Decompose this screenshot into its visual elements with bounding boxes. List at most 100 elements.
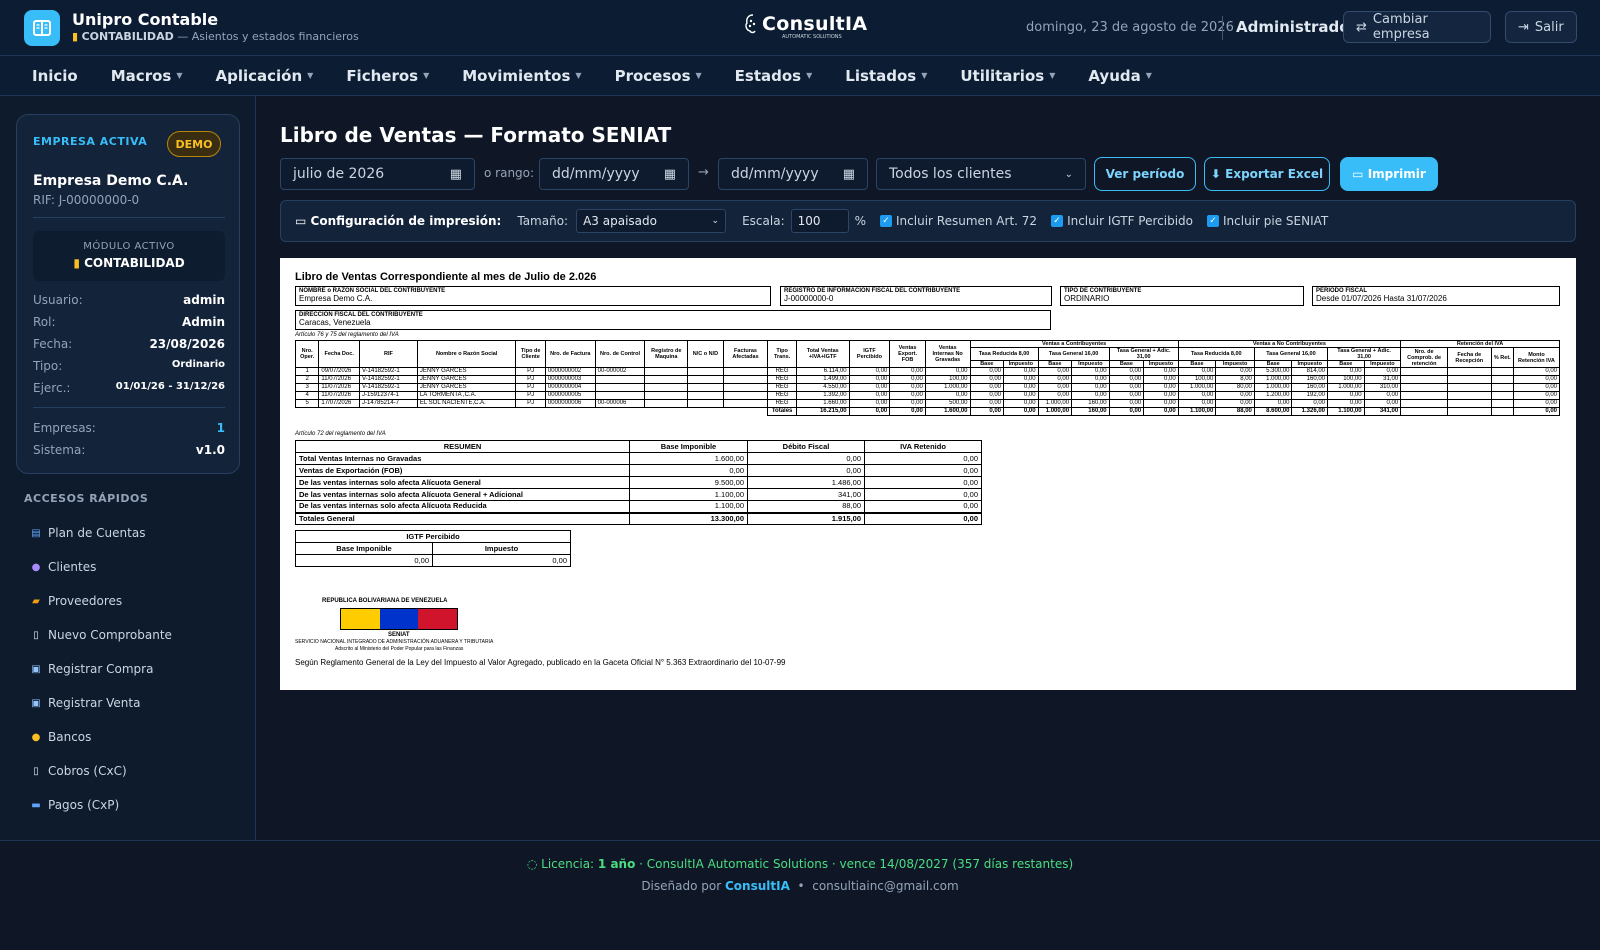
size-select[interactable]: A3 apaisado ⌄ xyxy=(576,209,727,233)
table-cell: 0,00 xyxy=(848,383,891,392)
column-header: Registro de Maquina xyxy=(644,340,689,368)
table-cell: 0,00 xyxy=(1108,391,1145,400)
table-cell xyxy=(1400,367,1448,376)
article-note-72: Artículo 72 del reglamento del IVA xyxy=(295,431,386,437)
table-cell: 1.499,00 xyxy=(795,375,850,384)
table-cell: 814,00 xyxy=(1291,367,1329,376)
view-period-button[interactable]: Ver período xyxy=(1094,157,1196,191)
calendar-icon[interactable]: ▦ xyxy=(450,167,462,182)
quick-proveedores[interactable]: ▰ Proveedores xyxy=(30,594,122,608)
retention-header: Nro. de Comprob. de retención xyxy=(1400,347,1448,368)
user-name[interactable]: Administrador xyxy=(1236,18,1357,36)
resumen-checkbox[interactable]: ✓ Incluir Resumen Art. 72 xyxy=(880,214,1037,228)
tax-header: Impuesto xyxy=(1363,360,1402,368)
table-cell xyxy=(722,375,769,384)
sales-book-document: Libro de Ventas Correspondiente al mes d… xyxy=(280,258,1576,690)
quick-nuevo-comprobante[interactable]: ▯ Nuevo Comprobante xyxy=(30,628,172,642)
menu-ayuda[interactable]: Ayuda ▼ xyxy=(1076,67,1164,85)
menu-procesos[interactable]: Procesos ▼ xyxy=(603,67,714,85)
summary-value: 1.600,00 xyxy=(629,452,748,465)
column-header: Nombre o Razón Social xyxy=(416,340,517,368)
table-cell: 0,00 xyxy=(848,375,891,384)
print-button[interactable]: ▭ Imprimir xyxy=(1340,157,1438,191)
month-picker[interactable]: julio de 2026 ▦ xyxy=(280,158,475,190)
menu-ficheros[interactable]: Ficheros ▼ xyxy=(334,67,441,85)
table-cell: 00-000006 xyxy=(594,399,646,408)
table-cell: 31,00 xyxy=(1363,375,1402,384)
group-header: Retención del IVA xyxy=(1400,340,1560,348)
scale-label: Escala: xyxy=(742,214,785,228)
date-to-placeholder: dd/mm/yyyy xyxy=(731,166,819,182)
table-cell: 0,00 xyxy=(1108,383,1145,392)
folder-icon: ▮ xyxy=(72,30,79,43)
totals-cell: 0,00 xyxy=(1108,407,1145,416)
summary-header: Base Imponible xyxy=(629,440,748,453)
table-cell xyxy=(1446,399,1492,408)
menu-macros[interactable]: Macros ▼ xyxy=(99,67,195,85)
rate-header: Tasa General 16,00 xyxy=(1253,347,1329,361)
table-cell: 0,00 xyxy=(1512,399,1561,408)
menu-utilitarios[interactable]: Utilitarios ▼ xyxy=(948,67,1067,85)
table-cell: 0000000002 xyxy=(544,367,596,376)
summary-value: 13.300,00 xyxy=(629,511,748,525)
quick-clientes[interactable]: ● Clientes xyxy=(30,560,97,574)
igtf-label: Incluir IGTF Percibido xyxy=(1067,214,1193,228)
chevron-down-icon: ▼ xyxy=(307,71,314,80)
quick-pagos[interactable]: ▬ Pagos (CxP) xyxy=(30,798,119,812)
table-cell: 0,00 xyxy=(1177,391,1217,400)
menu-estados[interactable]: Estados ▼ xyxy=(723,67,825,85)
menu-movimientos[interactable]: Movimientos ▼ xyxy=(450,67,593,85)
check-icon: ✓ xyxy=(880,215,893,227)
change-company-button[interactable]: ⇄ Cambiar empresa xyxy=(1343,11,1491,43)
date-from-input[interactable]: dd/mm/yyyy ▦ xyxy=(539,158,689,190)
table-cell: 0,00 xyxy=(1215,367,1255,376)
designer-name[interactable]: ConsultIA xyxy=(725,879,790,893)
quick-registrar-compra[interactable]: ▣ Registrar Compra xyxy=(30,662,153,676)
calendar-icon[interactable]: ▦ xyxy=(843,167,855,182)
totals-cell: 0,00 xyxy=(848,407,891,416)
register-icon: ▣ xyxy=(31,663,41,675)
igtf-checkbox[interactable]: ✓ Incluir IGTF Percibido xyxy=(1051,214,1193,228)
quick-bancos[interactable]: ● Bancos xyxy=(30,730,92,744)
table-cell: 0,00 xyxy=(1108,367,1145,376)
module-name: CONTABILIDAD xyxy=(81,30,174,43)
app-logo-icon[interactable] xyxy=(24,10,60,46)
module-value: ▮ CONTABILIDAD xyxy=(33,256,225,270)
tax-header: Impuesto xyxy=(1143,360,1179,368)
menu-inicio[interactable]: Inicio xyxy=(20,67,90,85)
table-cell: 0,00 xyxy=(889,399,926,408)
table-cell xyxy=(1490,391,1514,400)
quick-cobros[interactable]: ▯ Cobros (CxC) xyxy=(30,764,126,778)
seniat-footer-checkbox[interactable]: ✓ Incluir pie SENIAT xyxy=(1207,214,1328,228)
field-value: Desde 01/07/2026 Hasta 31/07/2026 xyxy=(1316,294,1447,303)
column-header: Nro. Oper. xyxy=(294,340,320,368)
table-cell xyxy=(1490,383,1514,392)
column-header: Tipo Trans. xyxy=(767,340,797,368)
field-taxpayer-type: TIPO DE CONTRIBUYENTE ORDINARIO xyxy=(1060,286,1304,306)
calendar-icon[interactable]: ▦ xyxy=(664,167,676,182)
menu-listados[interactable]: Listados ▼ xyxy=(833,67,939,85)
date-to-input[interactable]: dd/mm/yyyy ▦ xyxy=(718,158,868,190)
scale-input[interactable]: 100 xyxy=(790,209,849,233)
rate-header: Tasa General + Adic. 31,00 xyxy=(1327,347,1402,361)
client-filter-select[interactable]: Todos los clientes ⌄ xyxy=(876,158,1086,190)
logout-icon: ⇥ xyxy=(1518,19,1529,35)
table-cell: PJ xyxy=(515,367,546,376)
igtf-value: 0,00 xyxy=(432,554,571,567)
quick-plan-cuentas[interactable]: ▤ Plan de Cuentas xyxy=(30,526,145,540)
export-excel-button[interactable]: ⬇ Exportar Excel xyxy=(1204,157,1330,191)
column-header: Fecha Doc. xyxy=(318,340,360,368)
column-header: N/C o N/D xyxy=(687,340,724,368)
exit-button[interactable]: ⇥ Salir xyxy=(1505,11,1577,43)
table-cell: 160,00 xyxy=(1071,399,1110,408)
table-cell: REG xyxy=(767,375,797,384)
seniat-subtitle: SERVICIO NACIONAL INTEGRADO DE ADMINISTR… xyxy=(295,639,494,645)
summary-value: 1.915,00 xyxy=(747,511,865,525)
column-header: Facturas Afectadas xyxy=(722,340,769,368)
menu-label: Utilitarios xyxy=(960,66,1045,85)
quick-registrar-venta[interactable]: ▣ Registrar Venta xyxy=(30,696,140,710)
designed-by: Diseñado por ConsultIA • consultiainc@gm… xyxy=(0,879,1600,893)
menu-aplicacion[interactable]: Aplicación ▼ xyxy=(203,67,325,85)
base-header: Base xyxy=(1327,360,1365,368)
contact-email[interactable]: consultiainc@gmail.com xyxy=(812,879,958,893)
